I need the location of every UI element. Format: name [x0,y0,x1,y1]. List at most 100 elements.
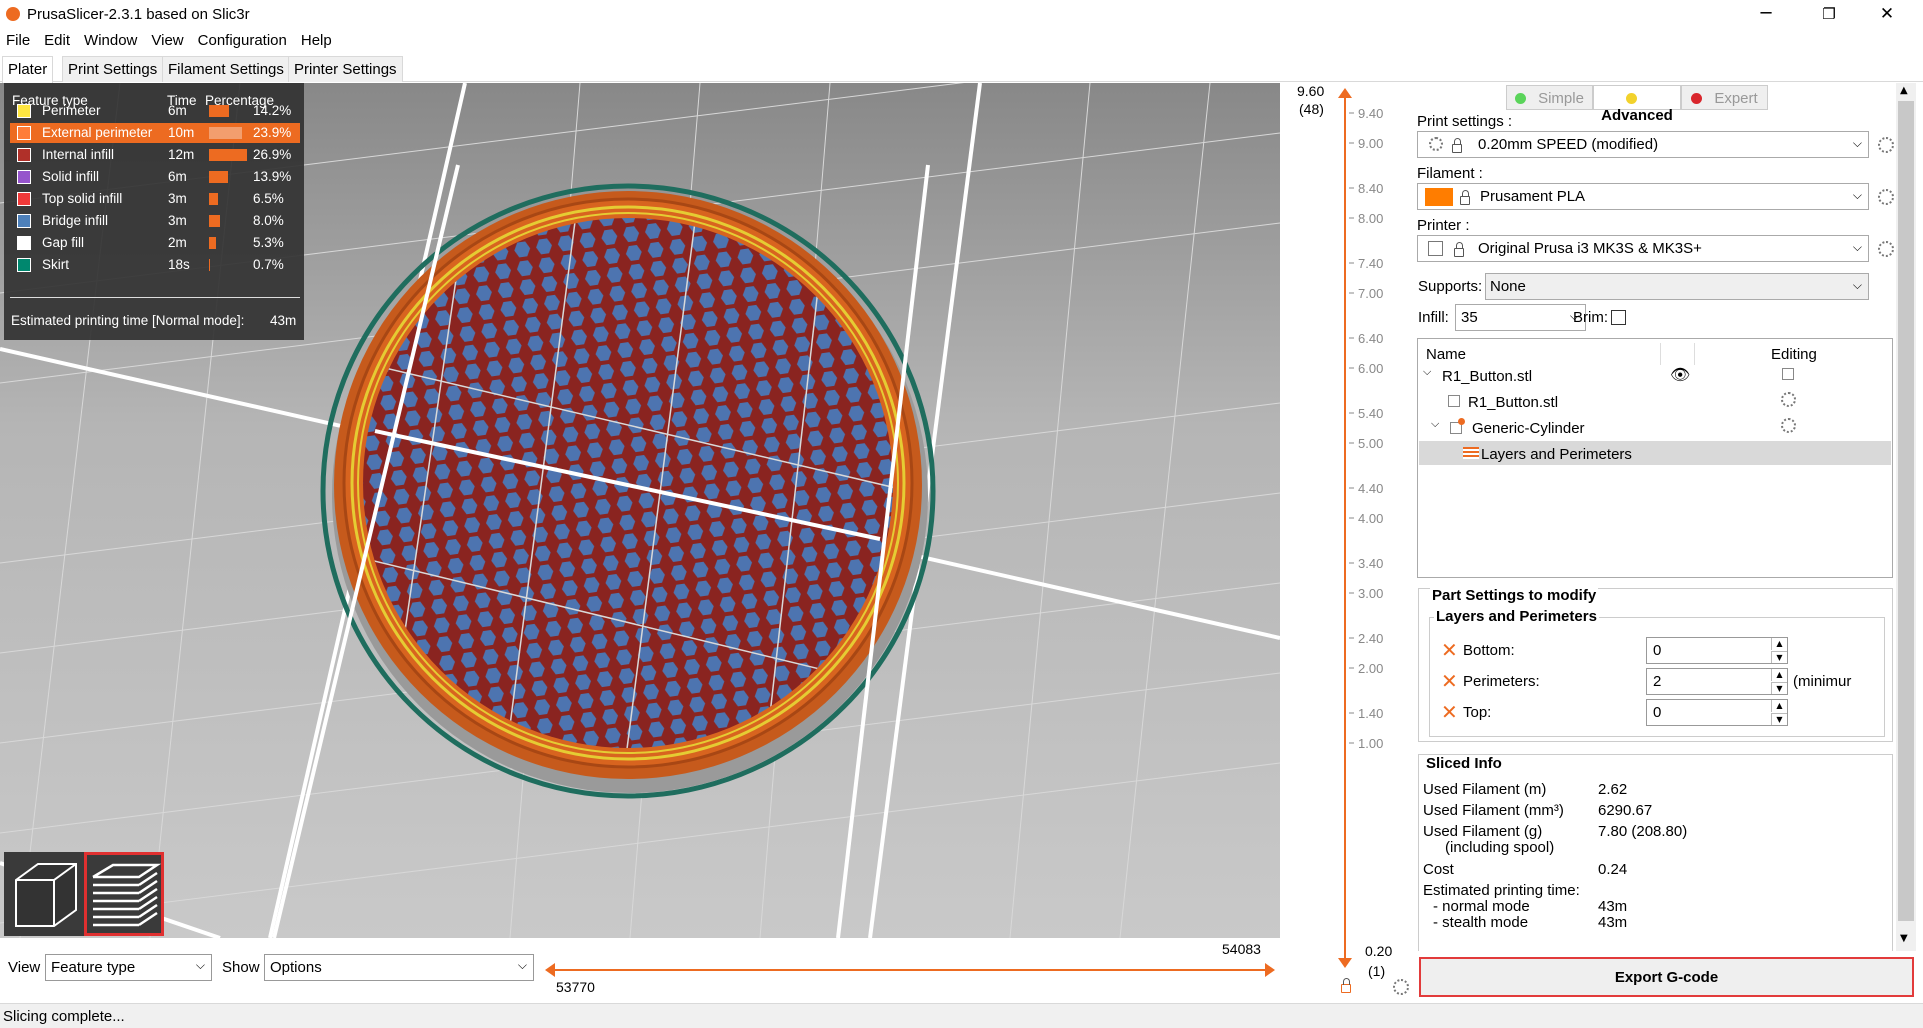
legend-row[interactable]: External perimeter 10m 23.9% [10,123,300,143]
sidebar-scrollbar[interactable]: ▲ ▼ [1896,83,1916,951]
edit-icon[interactable] [1782,368,1794,380]
layer-slider-track[interactable]: 9.40 9.00 8.40 8.00 7.40 7.00 6.40 6.00 5.40 5.00… [1330,83,1420,1003]
legend-swatch [17,192,31,206]
printer-value: Original Prusa i3 MK3S & MK3S+ [1478,240,1702,257]
chevron-down-icon[interactable]: ⌵ [1431,417,1439,431]
minimize-button[interactable]: ─ [1743,0,1789,30]
layer-tick-label: 7.40 [1358,256,1383,271]
remove-perimeters-icon[interactable]: ✕ [1441,671,1458,691]
layers-perimeters-title: Layers and Perimeters [1434,608,1599,625]
chevron-down-icon: ⌵ [1852,188,1862,202]
layer-tick-label: 9.00 [1358,136,1383,151]
sliced-info-label: Estimated printing time: [1423,882,1580,899]
sliced-info-label: Cost [1423,861,1454,878]
filament-combo[interactable]: Prusament PLA ⌵ [1417,183,1869,210]
tab-print-settings[interactable]: Print Settings [62,56,164,82]
top-spin[interactable]: 0 ▲ ▼ [1646,699,1788,726]
chevron-down-icon: ⌵ [1852,278,1862,292]
remove-top-icon[interactable]: ✕ [1441,702,1458,722]
tab-filament-settings[interactable]: Filament Settings [162,56,290,82]
bottom-label: Bottom: [1463,642,1515,659]
mode-advanced-label: Advanced [1601,107,1673,124]
layer-slider[interactable]: 9.60 (48) 9.40 9.00 8.40 8.00 7.40 7.00 6.40 6.… [1280,83,1417,1003]
sliced-info-value: 43m [1598,914,1628,931]
layer-tick-label: 1.40 [1358,706,1383,721]
sliced-info-label: Used Filament (g) [1423,823,1543,840]
close-button[interactable]: ✕ [1864,0,1910,30]
gear-icon[interactable] [1781,392,1796,407]
lock-icon[interactable] [1341,978,1351,993]
legend-percentage: 23.9% [253,125,292,140]
chevron-down-icon: ⌵ [1852,136,1862,150]
chevron-down-icon[interactable]: ⌵ [1423,365,1431,379]
menu-window[interactable]: Window [76,30,143,49]
legend-bar [209,105,229,117]
legend-percentage: 26.9% [253,147,292,162]
tree-row-object[interactable]: ⌵ R1_Button.stl 👁 [1418,363,1892,387]
eye-icon[interactable]: 👁 [1670,365,1690,384]
scroll-up-icon[interactable]: ▲ [1900,85,1908,96]
part-settings-group: Part Settings to modify Layers and Perim… [1418,587,1893,742]
horizontal-slider[interactable] [545,960,1275,980]
brim-label: Brim: [1573,309,1608,326]
scroll-down-icon[interactable]: ▼ [1900,933,1908,944]
filament-gear-icon[interactable] [1878,189,1894,205]
tab-plater[interactable]: Plater [2,56,54,83]
layers-view-button[interactable] [84,852,164,936]
legend-row[interactable]: Perimeter 6m 14.2% [10,101,300,121]
perimeters-spin[interactable]: 2 ▲ ▼ [1646,668,1788,695]
gear-icon[interactable] [1781,418,1796,433]
menu-file[interactable]: File [0,30,36,49]
mode-simple-button[interactable]: Simple [1506,85,1593,110]
show-options-combo[interactable]: Options ⌵ [264,954,534,981]
legend-swatch [17,170,31,184]
menu-help[interactable]: Help [293,30,338,49]
bottom-spin[interactable]: 0 ▲ ▼ [1646,637,1788,664]
brim-checkbox[interactable] [1611,310,1626,325]
internal-infill [363,218,893,748]
tree-row-layers[interactable]: Layers and Perimeters [1419,441,1891,465]
tree-row-modifier[interactable]: ⌵ Generic-Cylinder [1418,415,1892,439]
legend-row[interactable]: Skirt 18s 0.7% [10,255,300,275]
mode-advanced-button[interactable]: Advanced [1593,85,1681,124]
menu-bar: File Edit Window View Configuration Help [0,30,1923,54]
menu-view[interactable]: View [143,30,189,49]
layer-tick-label: 7.00 [1358,286,1383,301]
legend-row[interactable]: Internal infill 12m 26.9% [10,145,300,165]
legend-bar [209,171,229,183]
object-list[interactable]: Name Editing ⌵ R1_Button.stl 👁 R1_Button… [1417,338,1893,578]
menu-configuration[interactable]: Configuration [190,30,293,49]
app-icon [6,7,20,21]
print-settings-combo[interactable]: 0.20mm SPEED (modified) ⌵ [1417,131,1869,158]
3d-view-button[interactable] [4,852,84,936]
restore-button[interactable]: ❐ [1806,0,1852,30]
legend-row[interactable]: Top solid infill 3m 6.5% [10,189,300,209]
lock-icon [1454,242,1464,257]
menu-edit[interactable]: Edit [36,30,76,49]
printer-combo[interactable]: Original Prusa i3 MK3S & MK3S+ ⌵ [1417,235,1869,262]
sliced-info-label: - normal mode [1433,898,1530,915]
gear-icon[interactable] [1393,979,1409,995]
remove-bottom-icon[interactable]: ✕ [1441,640,1458,660]
legend-label: External perimeter [42,125,153,140]
infill-combo[interactable]: 35 ⌵ [1455,304,1586,331]
sliced-info-label: - stealth mode [1433,914,1529,931]
spin-down-icon: ▼ [1771,682,1787,694]
legend-row[interactable]: Bridge infill 3m 8.0% [10,211,300,231]
printer-gear-icon[interactable] [1878,241,1894,257]
supports-combo[interactable]: None ⌵ [1485,273,1869,300]
export-gcode-button[interactable]: Export G-code [1419,957,1914,997]
legend-percentage: 14.2% [253,103,292,118]
legend-row[interactable]: Solid infill 6m 13.9% [10,167,300,187]
view-type-combo[interactable]: Feature type ⌵ [45,954,212,981]
perimeters-note: (minimur [1793,673,1852,690]
scrollbar-thumb[interactable] [1898,101,1914,921]
tab-printer-settings[interactable]: Printer Settings [288,56,403,82]
layers-perimeters-group: Layers and Perimeters ✕ Bottom: 0 ▲ ▼ ✕ Pe… [1429,608,1885,737]
layers-icon [1463,447,1479,459]
mode-expert-button[interactable]: Expert [1681,85,1768,110]
legend-row[interactable]: Gap fill 2m 5.3% [10,233,300,253]
tree-row-part[interactable]: R1_Button.stl [1418,389,1892,413]
legend-percentage: 6.5% [253,191,284,206]
print-settings-gear-icon[interactable] [1878,137,1894,153]
